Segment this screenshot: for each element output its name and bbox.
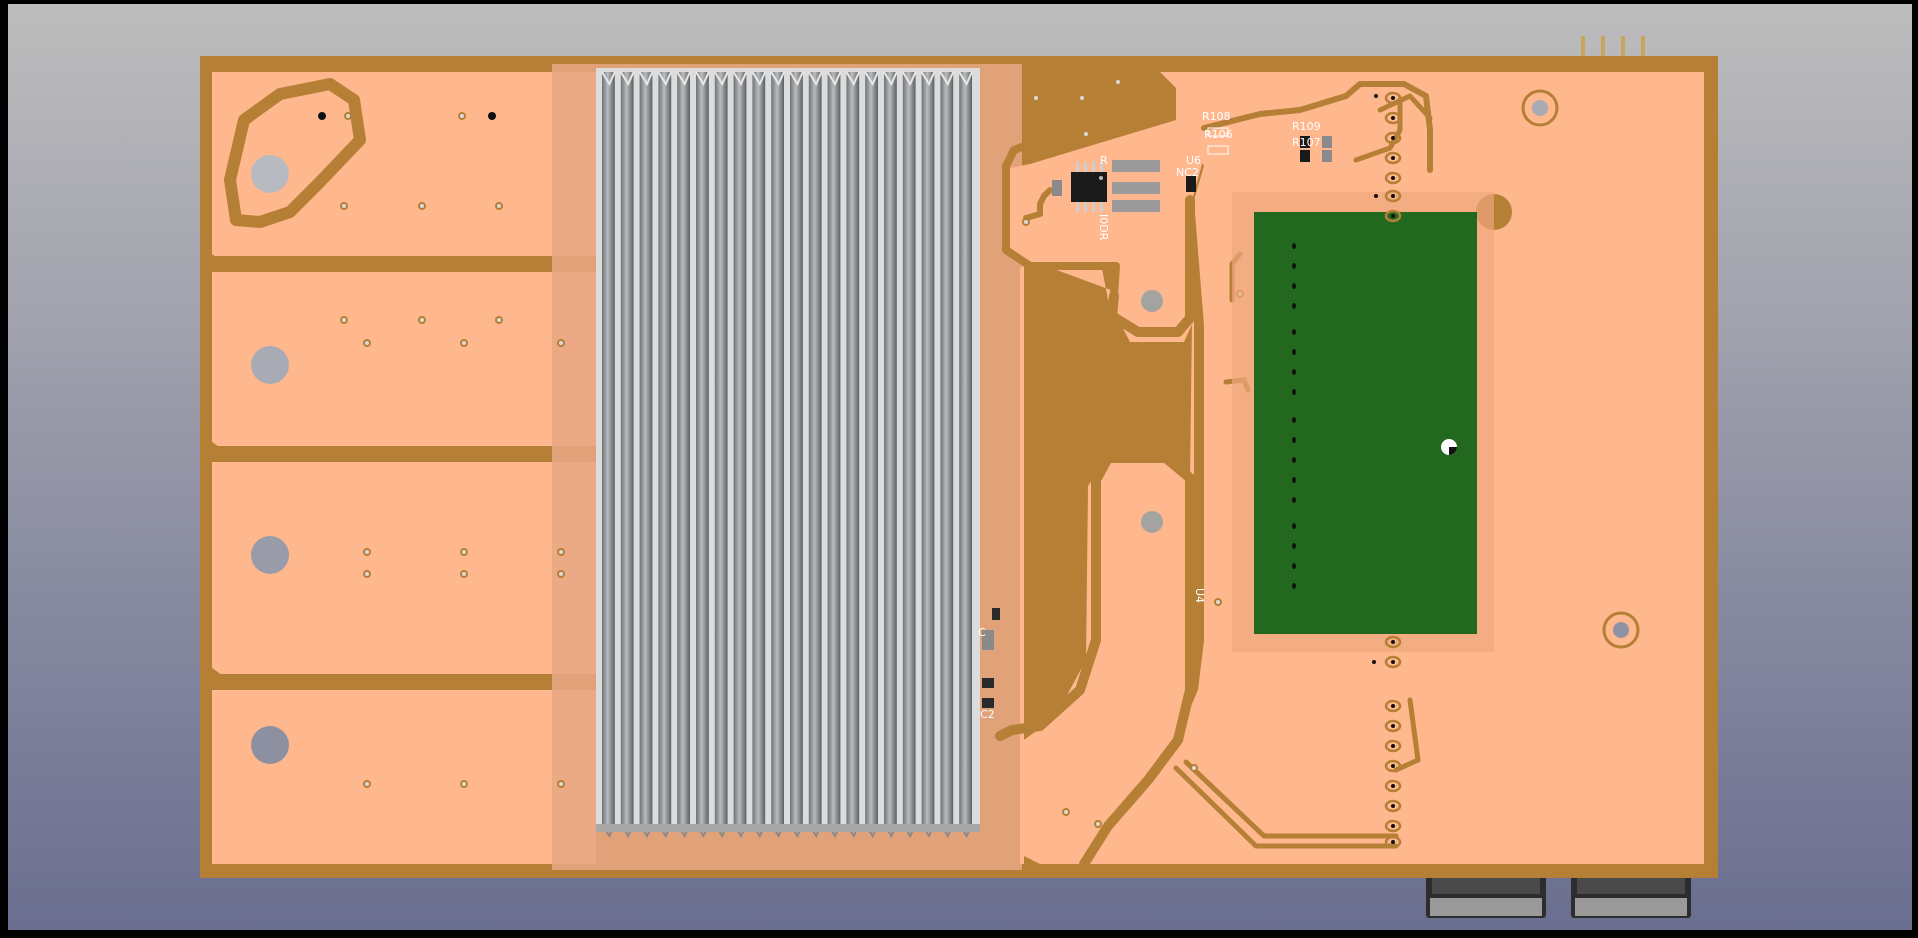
module-pin xyxy=(1292,497,1296,503)
heatsink-fin xyxy=(846,72,860,824)
module-pin xyxy=(1292,417,1296,423)
silk-r108: R108 xyxy=(1202,110,1231,123)
mounting-hole xyxy=(251,346,289,384)
module-pin xyxy=(1292,329,1296,335)
heatsink-fin xyxy=(639,72,653,824)
usb-connector-right xyxy=(1571,872,1691,918)
mounting-hole xyxy=(251,726,289,764)
module-pin xyxy=(1292,457,1296,463)
heatsink-fin xyxy=(921,72,935,824)
heatsink-fin xyxy=(884,72,897,824)
silk-r-left: R xyxy=(1100,154,1108,167)
module-pin xyxy=(1292,283,1296,289)
heatsink-fin xyxy=(808,72,822,824)
silk-c-small: C xyxy=(978,626,986,639)
heatsink-fin xyxy=(602,72,615,824)
silk-r109: R109 xyxy=(1292,120,1321,133)
silk-nc2: NC2 xyxy=(1176,166,1199,179)
mounting-hole xyxy=(1141,511,1163,533)
wireless-module xyxy=(1232,192,1494,652)
module-pin xyxy=(1292,263,1296,269)
heatsink xyxy=(596,68,980,839)
mounting-hole xyxy=(1141,290,1163,312)
via xyxy=(318,112,326,120)
via xyxy=(488,112,496,120)
silk-u4: U4 xyxy=(1193,588,1206,603)
module-pin xyxy=(1292,583,1296,589)
heatsink-fin xyxy=(696,72,709,824)
heatsink-fin xyxy=(865,72,878,824)
module-pin xyxy=(1292,243,1296,249)
silk-r107: R107 xyxy=(1292,136,1321,149)
heatsink-fin xyxy=(658,72,672,824)
mounting-hole xyxy=(251,536,289,574)
mounting-hole xyxy=(251,155,289,193)
heatsink-fin xyxy=(902,72,916,824)
heatsink-fin xyxy=(733,72,747,824)
pcb-scene: R108 R106 R109 R107 U6 NC2 R I0DR U4 C C… xyxy=(0,0,1918,934)
heatsink-fin xyxy=(940,72,954,824)
pcb-3d-viewport[interactable]: R108 R106 R109 R107 U6 NC2 R I0DR U4 C C… xyxy=(0,0,1918,934)
heatsink-fin xyxy=(959,72,972,824)
heatsink-fin xyxy=(771,72,784,824)
module-pin xyxy=(1292,349,1296,355)
heatsink-fin xyxy=(714,72,728,824)
silk-c2: C2 xyxy=(980,708,995,721)
silk-ic-text: I0DR xyxy=(1097,214,1110,241)
module-pin xyxy=(1292,563,1296,569)
heatsink-fin xyxy=(620,72,634,824)
heatsink-fin xyxy=(677,72,690,824)
heatsink-fin xyxy=(752,72,766,824)
module-pin xyxy=(1292,369,1296,375)
module-pin xyxy=(1292,437,1296,443)
heatsink-fin xyxy=(827,72,841,824)
silk-r106: R106 xyxy=(1204,128,1233,141)
module-pin xyxy=(1292,477,1296,483)
usb-connector-left xyxy=(1426,872,1546,918)
heatsink-fin xyxy=(790,72,803,824)
module-pin xyxy=(1292,389,1296,395)
module-pin xyxy=(1292,303,1296,309)
module-pin xyxy=(1292,523,1296,529)
module-pin xyxy=(1292,543,1296,549)
